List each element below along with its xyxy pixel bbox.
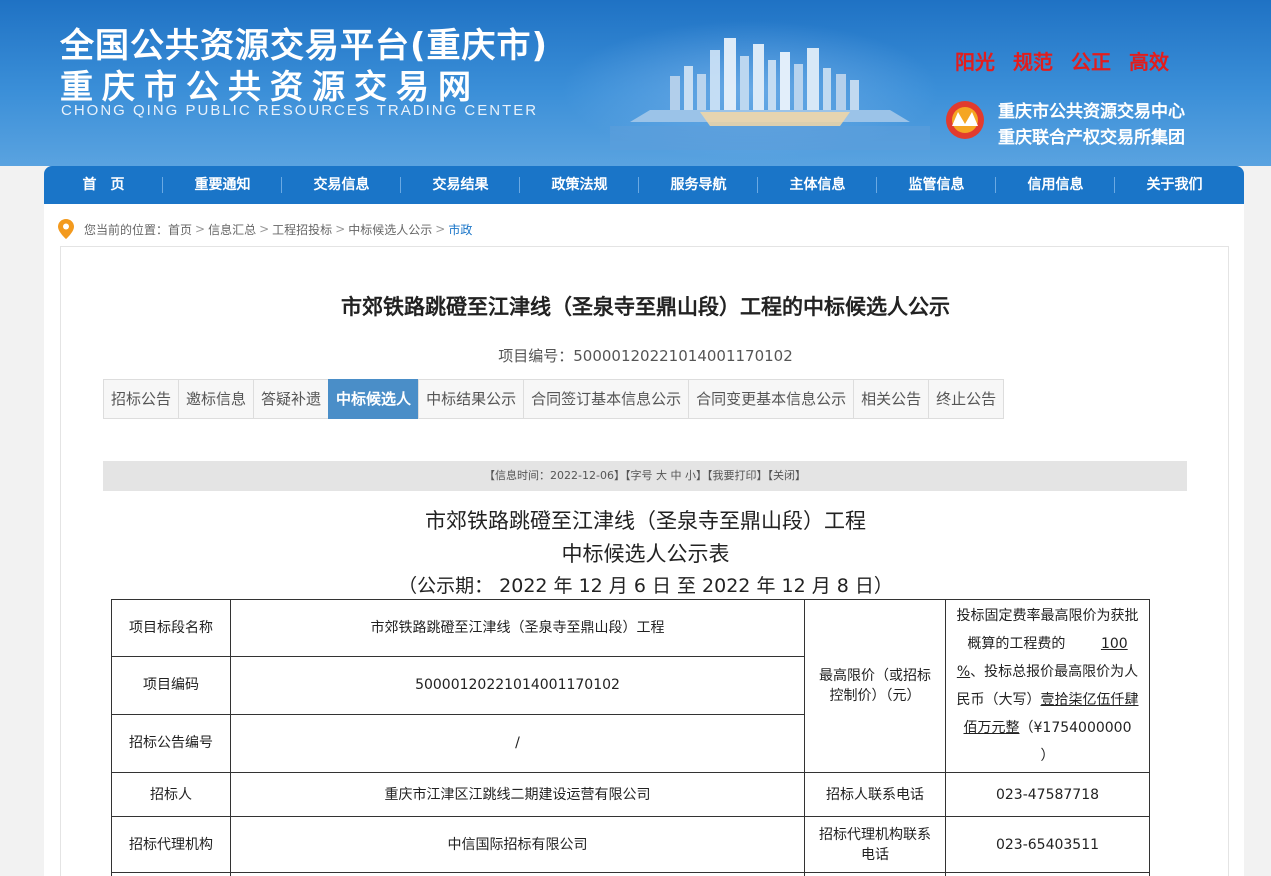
nav-home[interactable]: 首 页: [44, 166, 163, 204]
table-cell-value: 023-47587718: [945, 772, 1150, 817]
table-cell-value: 500001202210140011701​02: [230, 656, 805, 715]
tab-termination[interactable]: 终止公告: [928, 379, 1005, 419]
site-title: 重庆市公共资源交易网: [60, 67, 480, 106]
nav-about[interactable]: 关于我们: [1115, 166, 1234, 204]
tab-contract-change[interactable]: 合同变更基本信息公示: [688, 379, 855, 419]
tab-invitation[interactable]: 邀标信息: [178, 379, 255, 419]
slogan-item: 阳光: [955, 50, 995, 74]
table-cell-value: 市郊铁路跳磴至江津线（圣泉寺至鼎山段）工程: [230, 598, 805, 658]
sheet-subtitle: 中标候选人公示表: [561, 542, 730, 566]
nav-entity-info[interactable]: 主体信息: [758, 166, 877, 204]
page-title: 市郊铁路跳磴至江津线（圣泉寺至鼎山段）工程的中标候选人公示: [341, 295, 950, 319]
info-bar[interactable]: 【信息时间：2022-12-06】【字号 大 中 小】【我要打印】【关闭】: [103, 461, 1187, 491]
breadcrumb-separator: >: [335, 222, 346, 236]
article-panel: 市郊铁路跳磴至江津线（圣泉寺至鼎山段）工程的中标候选人公示 项目编号：50000…: [60, 246, 1229, 876]
project-code-value: 500001202210140011701​02: [573, 347, 793, 365]
tab-contract-signing[interactable]: 合同签订基本信息公示: [523, 379, 690, 419]
breadcrumb-item-info[interactable]: 信息汇总: [208, 221, 256, 238]
tab-bid-candidates[interactable]: 中标候选人: [328, 379, 420, 419]
slogan-item: 高效: [1129, 50, 1169, 74]
project-code: 项目编号：500001202210140011701​02: [61, 345, 1230, 366]
tab-tender-notice[interactable]: 招标公告: [103, 379, 180, 419]
slogan-item: 规范: [1013, 50, 1053, 74]
nav-credit-info[interactable]: 信用信息: [996, 166, 1115, 204]
table-cell-label: 项目标段名称: [111, 598, 231, 658]
table-cell-label: 招标公告编号: [111, 713, 231, 774]
breadcrumb-item-engineering[interactable]: 工程招投标: [272, 221, 332, 238]
table-row: 招标人 重庆市江津区江跳线二期建设运营有限公司 招标人联系电话 023-4758…: [111, 772, 1150, 817]
max-price-label-text: 最高限价（或招标控制价）（元）: [819, 668, 931, 704]
breadcrumb-separator: >: [435, 222, 446, 236]
nav-trade-info[interactable]: 交易信息: [282, 166, 401, 204]
max-price-percent: 100: [1100, 636, 1128, 652]
max-price-amount-number: （¥1754000000: [1019, 720, 1132, 736]
nav-supervision[interactable]: 监管信息: [877, 166, 996, 204]
slogan: 阳光 规范 公正 高效: [955, 46, 1169, 75]
center-logo-icon: [946, 101, 984, 139]
nav-trade-results[interactable]: 交易结果: [401, 166, 520, 204]
table-cell-value: /: [230, 713, 805, 774]
table-cell: [111, 872, 231, 876]
slogan-item: 公正: [1071, 50, 1111, 74]
location-pin-icon: [58, 219, 74, 239]
tab-qa-addenda[interactable]: 答疑补遗: [253, 379, 330, 419]
max-price-value: 投标固定费率最高限价为获批概算的工程费的 100 %、投标总报价最高限价为人民币（…: [945, 599, 1150, 773]
sheet-title: 市郊铁路跳磴至江津线（圣泉寺至鼎山段）工程: [425, 509, 866, 533]
breadcrumb: 您当前的位置： 首页 > 信息汇总 > 工程招投标 > 中标候选人公示 > 市政: [58, 218, 472, 240]
table-row: 项目标段名称 市郊铁路跳磴至江津线（圣泉寺至鼎山段）工程 最高限价（或招标控制价…: [111, 598, 1150, 773]
table-cell-value: 中信国际招标有限公司: [230, 816, 805, 873]
main-area: 您当前的位置： 首页 > 信息汇总 > 工程招投标 > 中标候选人公示 > 市政…: [44, 204, 1244, 876]
notice-tabs: 招标公告 邀标信息 答疑补遗 中标候选人 中标结果公示 合同签订基本信息公示 合…: [103, 379, 1005, 419]
table-row: 招标代理机构 中信国际招标有限公司 招标代理机构联系电话 023-6540351…: [111, 816, 1150, 873]
table-cell-value: 023-65403511: [945, 816, 1150, 873]
site-title-english: CHONG QING PUBLIC RESOURCES TRADING CENT…: [61, 102, 539, 119]
table-cell: [945, 872, 1150, 876]
table-row: [111, 872, 1150, 876]
table-cell: [804, 872, 946, 876]
candidate-table: 项目标段名称 市郊铁路跳磴至江津线（圣泉寺至鼎山段）工程 最高限价（或招标控制价…: [111, 598, 1150, 876]
breadcrumb-separator: >: [259, 222, 270, 236]
nav-policies[interactable]: 政策法规: [520, 166, 639, 204]
center-names: 重庆市公共资源交易中心 重庆联合产权交易所集团: [998, 99, 1185, 151]
table-cell: [230, 872, 805, 876]
breadcrumb-separator: >: [195, 222, 206, 236]
city-skyline-image: [610, 38, 930, 150]
table-cell-value: 重庆市江津区江跳线二期建设运营有限公司: [230, 772, 805, 817]
breadcrumb-item-home[interactable]: 首页: [168, 221, 192, 238]
tab-related-notices[interactable]: 相关公告: [853, 379, 930, 419]
nav-service-guide[interactable]: 服务导航: [639, 166, 758, 204]
main-nav: 首 页 重要通知 交易信息 交易结果 政策法规 服务导航 主体信息 监管信息 信…: [44, 166, 1244, 204]
breadcrumb-prefix: 您当前的位置：: [84, 222, 169, 237]
publicity-period: （公示期： 2022 年 12 月 6 日 至 2022 年 12 月 8 日）: [398, 575, 893, 597]
breadcrumb-item-candidates[interactable]: 中标候选人公示: [348, 221, 432, 238]
site-header: 全国公共资源交易平台(重庆市) 重庆市公共资源交易网 CHONG QING PU…: [0, 0, 1271, 166]
max-price-label: 最高限价（或招标控制价）（元）: [804, 599, 946, 773]
max-price-percent-unit: %: [956, 664, 971, 680]
table-cell-label: 项目编码: [111, 656, 231, 715]
center-name: 重庆市公共资源交易中心: [998, 102, 1185, 122]
table-cell-label: 招标人联系电话: [804, 772, 946, 817]
nav-notices[interactable]: 重要通知: [163, 166, 282, 204]
project-code-label: 项目编号：: [498, 347, 574, 365]
table-cell-label: 招标人: [111, 772, 231, 817]
breadcrumb-current[interactable]: 市政: [448, 221, 472, 238]
table-cell-label: 招标代理机构联系电话: [804, 816, 946, 873]
center-name: 重庆联合产权交易所集团: [998, 128, 1185, 148]
tab-award-result[interactable]: 中标结果公示: [418, 379, 525, 419]
max-price-close: ）: [1040, 748, 1055, 764]
table-cell-label: 招标代理机构: [111, 816, 231, 873]
